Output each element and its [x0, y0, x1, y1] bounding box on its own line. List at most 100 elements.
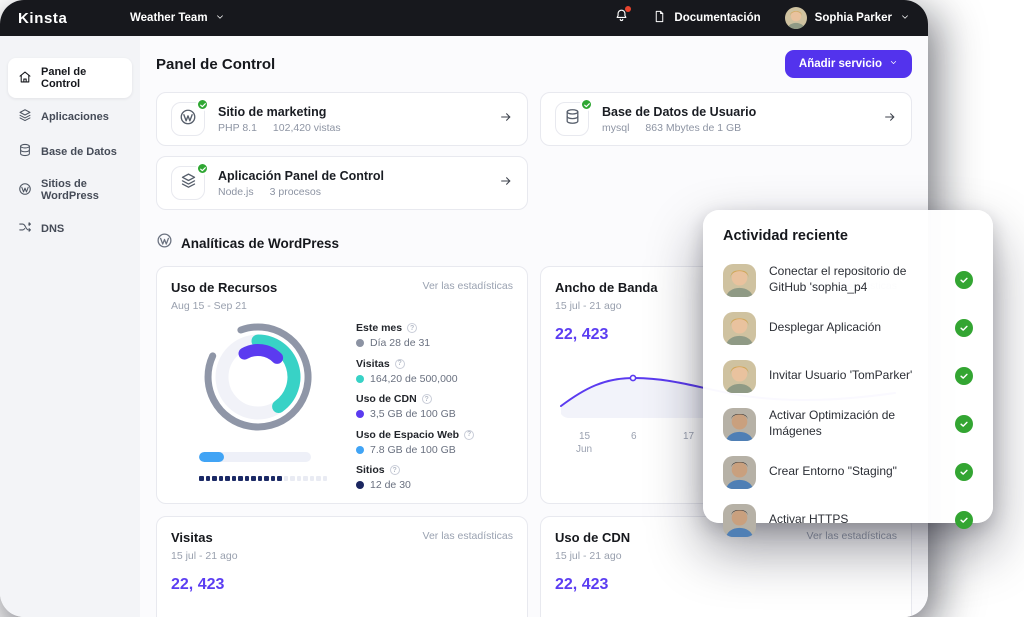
view-stats-link[interactable]: Ver las estadísticas: [423, 280, 513, 292]
dns-icon: [18, 220, 32, 237]
wordpress-icon: [18, 182, 32, 199]
chevron-down-icon: [900, 12, 910, 25]
avatar: [723, 456, 756, 489]
resource-stats: Este mes Día 28 de 31 Visitas 164,20 de …: [356, 316, 513, 491]
sidebar-label: Base de Datos: [41, 146, 117, 158]
sidebar: Panel de Control Aplicaciones Base de Da…: [0, 36, 140, 617]
resource-charts: [171, 316, 356, 491]
page-title: Panel de Control: [156, 56, 275, 73]
popup-title: Actividad reciente: [723, 228, 973, 244]
arrow-right-icon[interactable]: [883, 110, 897, 129]
avatar: [723, 312, 756, 345]
layers-icon: [18, 108, 32, 125]
section-title: Analíticas de WordPress: [181, 236, 339, 251]
stat-value: 7.8 GB de 100 GB: [370, 444, 456, 456]
stat-visitas: Visitas 164,20 de 500,000: [356, 358, 513, 385]
user-menu[interactable]: Sophia Parker: [785, 7, 910, 29]
top-bar: Kinsta Weather Team: [0, 0, 928, 36]
legend-dot: [356, 481, 364, 489]
check-icon: [955, 511, 973, 529]
service-icon-box: [171, 102, 205, 136]
documentation-link[interactable]: Documentación: [653, 10, 760, 26]
info-icon[interactable]: [422, 394, 432, 404]
topbar-right: Documentación Sophia Parker: [614, 7, 910, 29]
sidebar-item-aplicaciones[interactable]: Aplicaciones: [8, 100, 132, 133]
recent-activity-popup: Actividad reciente Conectar el repositor…: [703, 210, 993, 523]
service-meta-runtime: PHP 8.1: [218, 122, 257, 134]
view-stats-link[interactable]: Ver las estadísticas: [423, 530, 513, 542]
service-card-dashboard-app[interactable]: Aplicación Panel de Control Node.js 3 pr…: [156, 156, 528, 210]
info-icon[interactable]: [390, 465, 400, 475]
service-title: Sitio de marketing: [218, 105, 341, 119]
activity-item[interactable]: Activar Optimización de Imágenes: [723, 400, 973, 448]
sidebar-label: Aplicaciones: [41, 111, 109, 123]
info-icon[interactable]: [395, 359, 405, 369]
stat-label: Este mes: [356, 322, 402, 334]
stat-label: Uso de Espacio Web: [356, 429, 459, 441]
x-axis-month-label: Jun: [576, 444, 592, 455]
stat-label: Uso de CDN: [356, 393, 417, 405]
web-space-progress-bar: [199, 452, 311, 462]
resource-donut-chart: [199, 318, 317, 436]
status-check-icon: [196, 162, 209, 175]
avatar: [723, 360, 756, 393]
sidebar-label: DNS: [41, 223, 64, 235]
activity-text: Activar HTTPS: [769, 512, 942, 528]
database-icon: [18, 143, 32, 160]
stat-uso-de-cdn: Uso de CDN 3,5 GB de 100 GB: [356, 393, 513, 420]
arrow-right-icon[interactable]: [499, 110, 513, 129]
service-meta-usage: 3 procesos: [270, 186, 321, 198]
sidebar-item-dns[interactable]: DNS: [8, 212, 132, 245]
sites-dot-meter: [199, 476, 356, 481]
activity-text: Desplegar Aplicación: [769, 320, 942, 336]
chevron-down-icon: [889, 58, 898, 70]
stat-label: Visitas: [356, 358, 390, 370]
card-title: Ancho de Banda: [555, 280, 658, 295]
card-title: Visitas: [171, 530, 213, 545]
activity-item[interactable]: Crear Entorno "Staging": [723, 448, 973, 496]
stat-value: 3,5 GB de 100 GB: [370, 408, 456, 420]
avatar: [785, 7, 807, 29]
service-meta-usage: 102,420 vistas: [273, 122, 341, 134]
sidebar-label: Sitios de WordPress: [41, 178, 122, 202]
arrow-right-icon[interactable]: [499, 174, 513, 193]
service-title: Base de Datos de Usuario: [602, 105, 756, 119]
date-range: 15 jul - 21 ago: [171, 550, 513, 562]
avatar: [723, 408, 756, 441]
notifications-button[interactable]: [614, 8, 629, 28]
service-icon-box: [171, 166, 205, 200]
x-tick: 6: [631, 431, 637, 442]
stat-value: 164,20 de 500,000: [370, 373, 458, 385]
info-icon[interactable]: [407, 323, 417, 333]
check-icon: [955, 271, 973, 289]
status-check-icon: [580, 98, 593, 111]
check-icon: [955, 463, 973, 481]
activity-item[interactable]: Invitar Usuario 'TomParker': [723, 352, 973, 400]
sidebar-item-sitios-de-wordpress[interactable]: Sitios de WordPress: [8, 170, 132, 210]
stat-uso-de-espacio-web: Uso de Espacio Web 7.8 GB de 100 GB: [356, 429, 513, 456]
activity-text: Activar Optimización de Imágenes: [769, 408, 942, 439]
activity-item[interactable]: Desplegar Aplicación: [723, 304, 973, 352]
service-card-marketing-site[interactable]: Sitio de marketing PHP 8.1 102,420 vista…: [156, 92, 528, 146]
service-card-user-database[interactable]: Base de Datos de Usuario mysql 863 Mbyte…: [540, 92, 912, 146]
service-title: Aplicación Panel de Control: [218, 169, 384, 183]
documentation-label: Documentación: [674, 12, 760, 24]
notification-dot: [625, 6, 631, 12]
team-switcher[interactable]: Weather Team: [130, 12, 225, 25]
visits-value: 22, 423: [171, 576, 513, 594]
service-meta-runtime: mysql: [602, 122, 629, 134]
date-range: Aug 15 - Sep 21: [171, 300, 513, 312]
stat-label: Sitios: [356, 464, 385, 476]
sidebar-item-panel-de-control[interactable]: Panel de Control: [8, 58, 132, 98]
service-cards: Sitio de marketing PHP 8.1 102,420 vista…: [156, 92, 912, 210]
check-icon: [955, 415, 973, 433]
activity-item[interactable]: Activar HTTPS: [723, 496, 973, 544]
resource-usage-card: Uso de Recursos Ver las estadísticas Aug…: [156, 266, 528, 504]
avatar: [723, 504, 756, 537]
status-check-icon: [196, 98, 209, 111]
add-service-button[interactable]: Añadir servicio: [785, 50, 912, 78]
sidebar-item-base-de-datos[interactable]: Base de Datos: [8, 135, 132, 168]
info-icon[interactable]: [464, 430, 474, 440]
activity-item[interactable]: Conectar el repositorio de GitHub 'sophi…: [723, 256, 973, 304]
home-icon: [18, 70, 32, 87]
